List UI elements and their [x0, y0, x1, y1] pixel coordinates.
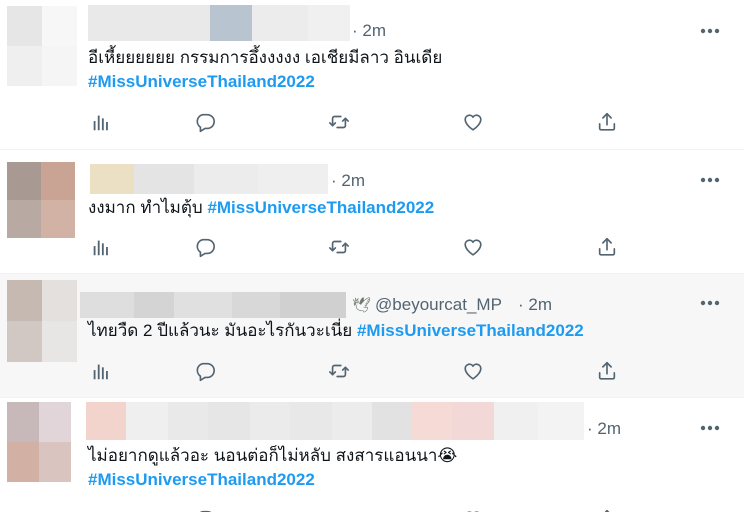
more-options-icon[interactable] [697, 417, 723, 439]
tweet-text-line: งงมาก ทำไมตุ้บ [88, 198, 208, 217]
tweet-text-line: อีเหี้ยยยยยย กรรมการอึ้งงงงง เอเชียมีลาว… [88, 48, 443, 67]
tweet-text-line: ไทยวืด 2 ปีแล้วนะ มันอะไรกันวะเนี่ย [88, 321, 357, 340]
tweet-text: ไทยวืด 2 ปีแล้วนะ มันอะไรกันวะเนี่ย #Mis… [88, 319, 584, 343]
tweet-text: อีเหี้ยยยยยย กรรมการอึ้งงงงง เอเชียมีลาว… [88, 46, 442, 94]
more-options-icon[interactable] [697, 292, 723, 314]
hashtag-link[interactable]: #MissUniverseThailand2022 [357, 321, 584, 340]
tweet-timestamp[interactable]: · 2m [518, 295, 552, 315]
tweet-text-line: ไม่อยากดูแล้วอะ นอนต่อก็ไม่หลับ สงสารแอน… [88, 446, 458, 465]
heart-icon[interactable] [460, 506, 486, 512]
tweet-timestamp[interactable]: · 2m [331, 171, 365, 191]
retweet-icon[interactable] [326, 506, 352, 512]
hashtag-link[interactable]: #MissUniverseThailand2022 [207, 198, 434, 217]
share-icon[interactable] [594, 358, 620, 384]
share-icon[interactable] [594, 506, 620, 512]
analytics-icon[interactable] [88, 234, 114, 260]
analytics-icon[interactable] [88, 358, 114, 384]
display-name[interactable] [86, 402, 584, 440]
display-name[interactable] [80, 292, 346, 318]
display-name[interactable] [90, 164, 328, 194]
hashtag-link[interactable]: #MissUniverseThailand2022 [88, 468, 457, 492]
analytics-icon[interactable] [88, 109, 114, 135]
tweet-actions [84, 109, 624, 135]
heart-icon[interactable] [460, 358, 486, 384]
tweet[interactable]: · 2m ไม่อยากดูแล้วอะ นอนต่อก็ไม่หลับ สงส… [0, 398, 744, 512]
heart-icon[interactable] [460, 109, 486, 135]
tweet-actions [84, 506, 624, 512]
display-name[interactable] [88, 5, 350, 41]
handle-text[interactable]: @beyourcat_MP [375, 295, 502, 314]
tweet-actions [84, 358, 624, 384]
avatar[interactable] [7, 280, 77, 362]
more-options-icon[interactable] [697, 20, 723, 42]
avatar[interactable] [7, 162, 75, 238]
tweet[interactable]: 🕊 @beyourcat_MP · 2m ไทยวืด 2 ปีแล้วนะ มั… [0, 274, 744, 398]
user-handle[interactable]: 🕊 @beyourcat_MP [352, 295, 502, 315]
tweet[interactable]: · 2m งงมาก ทำไมตุ้บ #MissUniverseThailan… [0, 150, 744, 274]
tweet-text: ไม่อยากดูแล้วอะ นอนต่อก็ไม่หลับ สงสารแอน… [88, 444, 457, 492]
tweet[interactable]: · 2m อีเหี้ยยยยยย กรรมการอึ้งงงงง เอเชีย… [0, 0, 744, 150]
retweet-icon[interactable] [326, 109, 352, 135]
heart-icon[interactable] [460, 234, 486, 260]
hashtag-link[interactable]: #MissUniverseThailand2022 [88, 70, 442, 94]
more-options-icon[interactable] [697, 169, 723, 191]
tweet-timestamp[interactable]: · 2m [587, 419, 621, 439]
analytics-icon[interactable] [88, 506, 114, 512]
reply-icon[interactable] [192, 506, 218, 512]
tweet-timestamp[interactable]: · 2m [352, 21, 386, 41]
avatar[interactable] [7, 402, 71, 482]
dove-icon: 🕊 [352, 297, 372, 314]
share-icon[interactable] [594, 109, 620, 135]
tweet-actions [84, 234, 624, 260]
reply-icon[interactable] [192, 358, 218, 384]
tweet-text: งงมาก ทำไมตุ้บ #MissUniverseThailand2022 [88, 196, 434, 220]
retweet-icon[interactable] [326, 358, 352, 384]
share-icon[interactable] [594, 234, 620, 260]
retweet-icon[interactable] [326, 234, 352, 260]
reply-icon[interactable] [192, 109, 218, 135]
reply-icon[interactable] [192, 234, 218, 260]
avatar[interactable] [7, 6, 77, 86]
